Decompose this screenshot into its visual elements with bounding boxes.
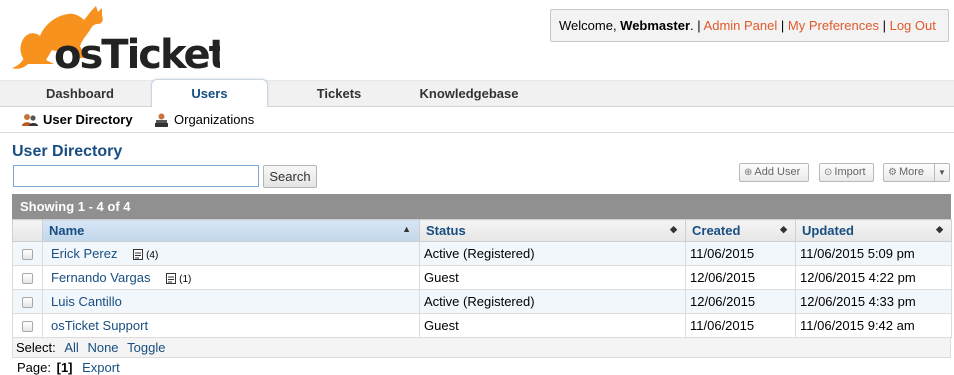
- notes-indicator[interactable]: (1): [166, 273, 192, 285]
- status-cell: Guest: [419, 265, 686, 290]
- export-link[interactable]: Export: [82, 360, 120, 375]
- welcome-box: Welcome, Webmaster. | Admin Panel | My P…: [550, 9, 949, 42]
- gear-icon: ⚙: [888, 167, 897, 178]
- user-name-link[interactable]: osTicket Support: [47, 318, 148, 333]
- my-preferences-link[interactable]: My Preferences: [788, 18, 879, 33]
- sort-asc-icon: ▲: [402, 224, 411, 234]
- notes-count: (4): [146, 250, 159, 261]
- note-icon: [133, 249, 144, 260]
- user-name-link[interactable]: Erick Perez: [47, 246, 117, 261]
- users-icon: [22, 114, 38, 126]
- select-none-link[interactable]: None: [87, 340, 118, 355]
- created-cell: 12/06/2015: [685, 265, 796, 290]
- subnav-organizations-label: Organizations: [174, 112, 255, 127]
- user-name-link[interactable]: Fernando Vargas: [47, 270, 151, 285]
- page-label: Page:: [17, 360, 51, 375]
- column-header-status-label: Status: [426, 223, 466, 238]
- kangaroo-logo-icon: osTicket: [12, 6, 230, 78]
- table-row: Erick Perez (4) Active (Registered) 11/0…: [12, 241, 952, 266]
- column-header-updated-label: Updated: [802, 223, 854, 238]
- row-select-cell: [12, 241, 43, 266]
- select-toggle-link[interactable]: Toggle: [127, 340, 165, 355]
- name-cell: Luis Cantillo: [42, 289, 420, 314]
- created-cell: 11/06/2015: [685, 241, 796, 266]
- row-checkbox[interactable]: [22, 249, 33, 261]
- notes-indicator[interactable]: (4): [133, 249, 159, 261]
- search-input[interactable]: [13, 165, 259, 187]
- search-button[interactable]: Search: [263, 165, 317, 188]
- user-table-container: Showing 1 - 4 of 4 Name ▲ Status ◆ Creat…: [12, 194, 952, 358]
- select-controls: Select: All None Toggle: [12, 338, 951, 358]
- row-checkbox[interactable]: [22, 273, 33, 285]
- osticket-logo[interactable]: osTicket: [10, 2, 230, 78]
- sort-icon: ◆: [936, 224, 943, 234]
- table-header-row: Name ▲ Status ◆ Created ◆ Updated ◆: [12, 219, 952, 242]
- updated-cell: 11/06/2015 9:42 am: [795, 313, 952, 338]
- updated-cell: 11/06/2015 5:09 pm: [795, 241, 952, 266]
- updated-cell: 12/06/2015 4:22 pm: [795, 265, 952, 290]
- column-header-updated[interactable]: Updated ◆: [795, 219, 952, 242]
- add-user-label: Add User: [754, 166, 801, 178]
- row-select-cell: [12, 313, 43, 338]
- user-table: Name ▲ Status ◆ Created ◆ Updated ◆ Eric…: [12, 219, 952, 338]
- main-nav: Dashboard Users Tickets Knowledgebase: [0, 79, 954, 108]
- table-row: osTicket Support Guest 11/06/2015 11/06/…: [12, 313, 952, 338]
- row-select-cell: [12, 265, 43, 290]
- import-button[interactable]: ⊙ Import: [819, 163, 874, 182]
- select-column-header: [12, 219, 43, 242]
- row-checkbox[interactable]: [22, 321, 33, 333]
- current-page: [1]: [56, 360, 73, 375]
- note-icon: [166, 273, 177, 284]
- logo-wordmark: osTicket: [54, 32, 220, 74]
- pagination: Page: [1] Export: [17, 360, 120, 375]
- name-cell: Fernando Vargas (1): [42, 265, 420, 290]
- row-select-cell: [12, 289, 43, 314]
- sub-nav: User Directory Organizations: [0, 107, 954, 133]
- column-header-name-label: Name: [49, 223, 85, 238]
- plus-circle-icon: ⊕: [744, 167, 753, 178]
- welcome-prefix: Welcome,: [559, 18, 621, 33]
- table-row: Fernando Vargas (1) Guest 12/06/2015 12/…: [12, 265, 952, 290]
- name-cell: osTicket Support: [42, 313, 420, 338]
- chevron-down-icon[interactable]: ▼: [934, 164, 949, 181]
- notes-count: (1): [179, 274, 192, 285]
- column-header-status[interactable]: Status ◆: [419, 219, 686, 242]
- organization-icon: [155, 113, 168, 127]
- header: osTicket Welcome, Webmaster. | Admin Pan…: [0, 0, 954, 80]
- logout-link[interactable]: Log Out: [890, 18, 936, 33]
- showing-count: Showing 1 - 4 of 4: [12, 194, 951, 219]
- more-button[interactable]: ⚙ More ▼: [883, 163, 950, 182]
- sort-icon: ◆: [780, 224, 787, 234]
- select-label: Select:: [16, 340, 56, 355]
- add-user-button[interactable]: ⊕ Add User: [739, 163, 809, 182]
- row-checkbox[interactable]: [22, 297, 33, 309]
- sort-icon: ◆: [670, 224, 677, 234]
- tab-dashboard[interactable]: Dashboard: [20, 81, 140, 108]
- status-cell: Active (Registered): [419, 241, 686, 266]
- tab-knowledgebase[interactable]: Knowledgebase: [405, 81, 533, 108]
- subnav-organizations[interactable]: Organizations: [154, 111, 254, 129]
- upload-circle-icon: ⊙: [824, 167, 833, 178]
- admin-panel-link[interactable]: Admin Panel: [704, 18, 778, 33]
- tab-tickets[interactable]: Tickets: [280, 81, 398, 108]
- column-header-created[interactable]: Created ◆: [685, 219, 796, 242]
- tab-users[interactable]: Users: [151, 79, 268, 108]
- table-row: Luis Cantillo Active (Registered) 12/06/…: [12, 289, 952, 314]
- subnav-user-directory-label: User Directory: [43, 112, 133, 127]
- more-label: More: [898, 166, 925, 178]
- import-label: Import: [834, 166, 866, 178]
- select-all-link[interactable]: All: [64, 340, 78, 355]
- updated-cell: 12/06/2015 4:33 pm: [795, 289, 952, 314]
- page-title: User Directory: [12, 143, 123, 160]
- column-header-created-label: Created: [692, 223, 741, 238]
- status-cell: Active (Registered): [419, 289, 686, 314]
- created-cell: 12/06/2015: [685, 289, 796, 314]
- subnav-user-directory[interactable]: User Directory: [22, 111, 133, 129]
- user-name-link[interactable]: Luis Cantillo: [47, 294, 122, 309]
- created-cell: 11/06/2015: [685, 313, 796, 338]
- username: Webmaster: [620, 18, 691, 33]
- status-cell: Guest: [419, 313, 686, 338]
- column-header-name[interactable]: Name ▲: [42, 219, 420, 242]
- name-cell: Erick Perez (4): [42, 241, 420, 266]
